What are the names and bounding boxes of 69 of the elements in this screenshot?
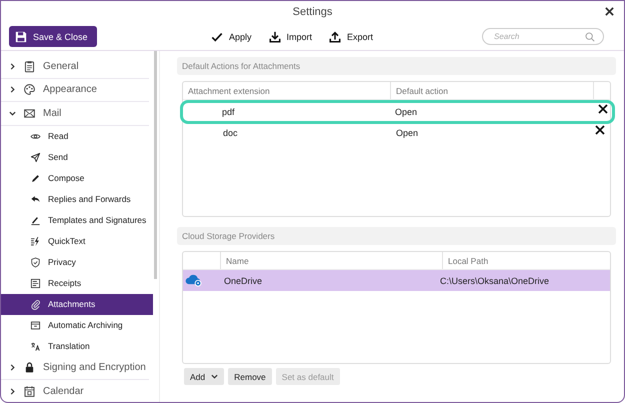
table-row[interactable]: doc Open [183, 123, 610, 143]
action-button[interactable]: Remove [228, 368, 272, 385]
lock-icon [23, 361, 36, 374]
check-icon [211, 30, 223, 42]
table-cell: Open [396, 128, 418, 138]
chevron-down-icon [9, 110, 16, 117]
sidebar-item[interactable]: Replies and Forwards [1, 188, 153, 210]
sidebar-item[interactable]: Send [1, 146, 153, 168]
pencil-icon [30, 172, 41, 184]
lightning-icon [30, 236, 41, 246]
table-cell-text: OneDrive [223, 276, 264, 286]
sidebar-group[interactable]: General [1, 55, 149, 78]
close-icon[interactable] [605, 7, 614, 16]
sidebar-item[interactable]: Compose [1, 168, 153, 188]
sidebar-group[interactable]: Calendar [1, 380, 149, 402]
sidebar-item[interactable]: Automatic Archiving [1, 314, 153, 336]
column-header[interactable]: Default action [391, 82, 594, 99]
sidebar-item[interactable]: Receipts [1, 272, 153, 294]
table-cell-text: C:\Users\Oksana\OneDrive [439, 276, 550, 286]
toolbar-action[interactable]: Export [329, 30, 374, 42]
toolbar-action[interactable]: Import [268, 30, 312, 42]
table-row[interactable]: pdf Open [182, 102, 613, 122]
delete-icon[interactable] [598, 104, 608, 114]
sidebar-item[interactable]: Translation [1, 336, 153, 356]
scrollbar-thumb[interactable] [154, 51, 157, 279]
dropdown-button[interactable]: Add [184, 368, 224, 385]
window-title: Settings [292, 6, 332, 18]
receipt-icon [30, 278, 41, 288]
sidebar-item[interactable]: Attachments [1, 294, 153, 314]
download-icon [268, 30, 281, 42]
chevron-right-icon [9, 388, 16, 395]
calendar-icon [23, 384, 36, 398]
paperclip-icon [30, 298, 41, 310]
palette-icon [23, 83, 36, 96]
save-close-button[interactable]: Save & Close [9, 26, 97, 47]
upload-icon [329, 30, 342, 42]
sidebar-group[interactable]: Signing and Encryption [1, 356, 149, 380]
chevron-right-icon [9, 86, 16, 94]
cloud-icon [185, 274, 203, 287]
sidebar-item[interactable]: QuickText [1, 230, 153, 252]
chevron-down-icon [211, 373, 218, 380]
sidebar-item[interactable]: Templates and Signatures [1, 210, 153, 230]
table-cell: Open [395, 107, 418, 117]
envelope-icon [23, 106, 36, 120]
pen-icon [30, 214, 41, 226]
archive-box-icon [30, 320, 41, 330]
shield-icon [30, 256, 41, 268]
chevron-right-icon [9, 364, 16, 372]
column-header[interactable]: Attachment extension [183, 82, 391, 99]
sidebar-group[interactable]: Appearance [1, 78, 149, 102]
table-row[interactable]: OneDrive C:\Users\Oksana\OneDrive [183, 270, 610, 291]
table-cell-text: pdf [221, 107, 236, 117]
search-field[interactable]: Search [482, 28, 604, 45]
sidebar-group[interactable]: Mail [1, 102, 149, 126]
chevron-right-icon [9, 62, 16, 70]
section-header: Cloud Storage Providers [177, 227, 616, 245]
search-icon [585, 32, 595, 42]
sidebar-item[interactable]: Read [1, 126, 153, 146]
clipboard-icon [23, 60, 36, 73]
section-header: Default Actions for Attachments [177, 57, 616, 75]
table-cell-text: doc [222, 128, 239, 138]
paper-plane-icon [30, 152, 41, 162]
reply-icon [30, 194, 41, 204]
column-header[interactable]: Name [221, 252, 443, 269]
column-header[interactable]: Local Path [443, 252, 610, 269]
delete-icon[interactable] [595, 125, 605, 135]
toolbar-action[interactable]: Apply [211, 30, 252, 42]
sidebar-item[interactable]: Privacy [1, 252, 153, 272]
translate-icon [30, 340, 41, 352]
